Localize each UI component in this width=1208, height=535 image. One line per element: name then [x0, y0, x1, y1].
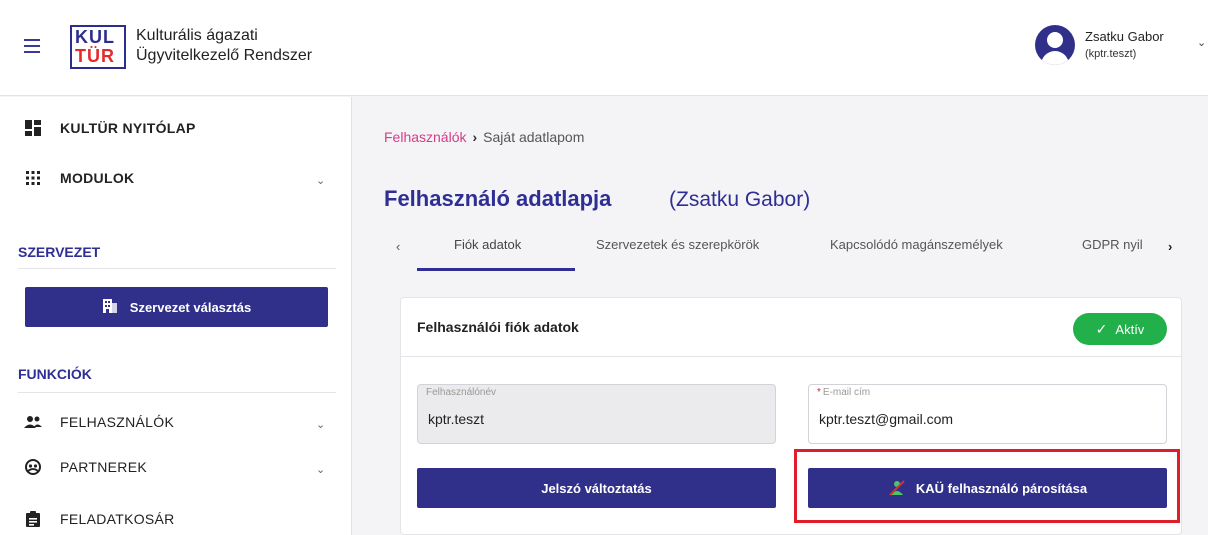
- tab-organizations-roles[interactable]: Szervezetek és szerepkörök: [596, 237, 759, 252]
- dashboard-icon: [24, 120, 42, 136]
- divider: [18, 268, 336, 269]
- breadcrumb-link-users[interactable]: Felhasználók: [384, 129, 467, 145]
- account-data-card: Felhasználói fiók adatok ✓ Aktív Felhasz…: [400, 297, 1182, 535]
- active-tab-indicator: [417, 268, 575, 271]
- card-title: Felhasználói fiók adatok: [417, 319, 579, 335]
- logo-line-1: KUL: [75, 27, 115, 47]
- tab-bar: ‹ Fiók adatok Szervezetek és szerepkörök…: [384, 225, 1184, 271]
- change-password-button[interactable]: Jelszó változtatás: [417, 468, 776, 508]
- sidebar-item-users[interactable]: FELHASZNÁLÓK: [24, 410, 174, 434]
- sidebar-item-label: KULTÜR NYITÓLAP: [60, 120, 196, 136]
- sidebar-item-modules[interactable]: MODULOK: [24, 166, 134, 190]
- grid-icon: [24, 171, 42, 185]
- divider: [18, 392, 336, 393]
- tab-account-data[interactable]: Fiók adatok: [454, 237, 521, 252]
- email-input[interactable]: [819, 411, 1149, 427]
- tab-related-persons[interactable]: Kapcsolódó magánszemélyek: [830, 237, 1003, 252]
- sidebar-item-home[interactable]: KULTÜR NYITÓLAP: [24, 116, 196, 140]
- email-field-label-text: E-mail cím: [822, 387, 871, 398]
- unlink-user-icon: [888, 479, 906, 497]
- building-icon: [102, 298, 118, 317]
- change-password-label: Jelszó változtatás: [541, 480, 652, 496]
- sidebar-item-label: FELHASZNÁLÓK: [60, 414, 175, 430]
- page-subtitle: (Zsatku Gabor): [669, 188, 811, 211]
- select-organization-label: Szervezet választás: [129, 299, 252, 315]
- section-title-organization: SZERVEZET: [18, 244, 101, 260]
- sidebar-item-label: FELADATKOSÁR: [60, 511, 175, 527]
- breadcrumb-current: Saját adatlapom: [483, 129, 585, 145]
- email-field-label: * E-mail cím: [817, 387, 870, 398]
- sidebar-item-label: PARTNEREK: [60, 459, 147, 475]
- clipboard-icon: [24, 511, 42, 527]
- user-name[interactable]: Zsatku Gabor: [1085, 29, 1164, 44]
- app-title: Kulturális ágazati Ügyvitelkezelő Rendsz…: [136, 26, 312, 66]
- tab-gdpr[interactable]: GDPR nyil: [1082, 237, 1160, 252]
- status-badge-label: Aktív: [1115, 321, 1145, 337]
- username-field: Felhasználónév: [417, 384, 776, 444]
- divider: [401, 356, 1181, 357]
- app-title-line-1: Kulturális ágazati: [136, 27, 258, 44]
- tab-scroll-left-icon[interactable]: ‹: [396, 239, 400, 254]
- email-field[interactable]: * E-mail cím: [808, 384, 1167, 444]
- status-badge: ✓ Aktív: [1073, 313, 1167, 345]
- username-input: [428, 411, 758, 427]
- kultur-logo[interactable]: KUL TÜR: [70, 25, 126, 69]
- modules-chevron-down-icon[interactable]: ⌄: [316, 174, 325, 187]
- partners-chevron-down-icon[interactable]: ⌄: [316, 463, 325, 476]
- breadcrumb-separator-icon: ›: [472, 129, 478, 145]
- tab-scroll-right-icon[interactable]: ›: [1168, 239, 1172, 254]
- page-title: Felhasználó adatlapja: [384, 186, 612, 211]
- username-field-label: Felhasználónév: [426, 387, 497, 398]
- users-icon: [24, 415, 42, 429]
- app-title-line-2: Ügyvitelkezelő Rendszer: [136, 47, 313, 64]
- sidebar: KULTÜR NYITÓLAP MODULOK ⌄ SZERVEZET Szer…: [0, 97, 352, 535]
- menu-icon[interactable]: [24, 39, 40, 53]
- users-chevron-down-icon[interactable]: ⌄: [316, 418, 325, 431]
- select-organization-button[interactable]: Szervezet választás: [25, 287, 328, 327]
- partners-icon: [24, 459, 42, 475]
- kau-pair-button[interactable]: KAÜ felhasználó párosítása: [808, 468, 1167, 508]
- section-title-functions: FUNKCIÓK: [18, 366, 92, 382]
- user-login: (kptr.teszt): [1085, 48, 1137, 60]
- sidebar-item-partners[interactable]: PARTNEREK: [24, 455, 147, 479]
- check-icon: ✓: [1095, 320, 1108, 337]
- user-avatar-icon[interactable]: [1035, 25, 1075, 65]
- kau-pair-label: KAÜ felhasználó párosítása: [915, 480, 1088, 496]
- required-marker: *: [817, 387, 821, 398]
- breadcrumb: Felhasználók › Saját adatlapom: [384, 129, 584, 145]
- sidebar-item-tasks[interactable]: FELADATKOSÁR: [24, 507, 175, 531]
- logo-line-2: TÜR: [75, 46, 115, 66]
- app-header: KUL TÜR Kulturális ágazati Ügyvitelkezel…: [0, 0, 1208, 96]
- user-menu-chevron-icon[interactable]: ⌄: [1197, 36, 1206, 49]
- sidebar-item-label: MODULOK: [60, 170, 135, 186]
